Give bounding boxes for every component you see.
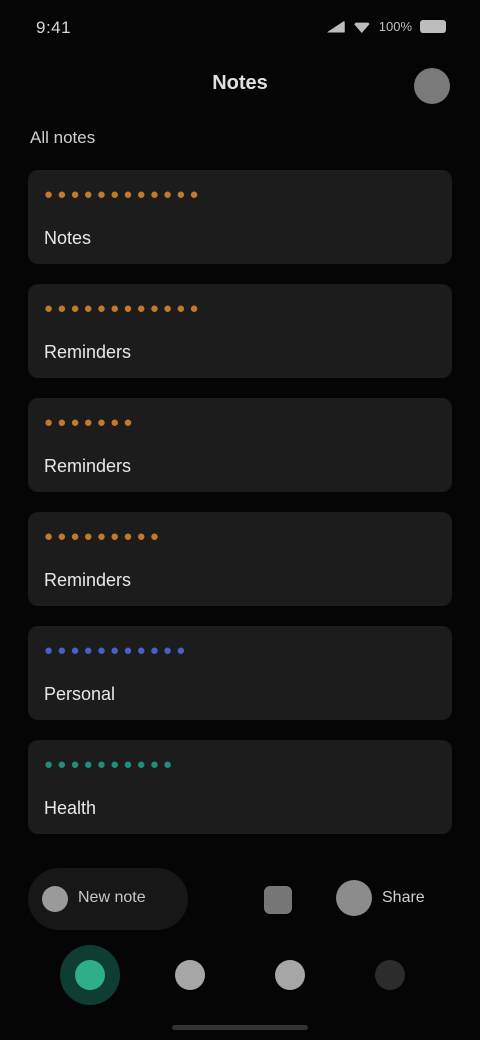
signal-icon	[326, 20, 345, 33]
wifi-icon	[352, 22, 371, 33]
user-icon	[275, 960, 305, 990]
nav-profile[interactable]	[260, 945, 320, 1005]
section-title: All notes	[30, 128, 96, 147]
notes-list: ● ● ● ● ● ● ● ● ● ● ● ● Notes ● ● ● ● ● …	[28, 170, 452, 854]
share-icon	[336, 880, 372, 916]
note-card[interactable]: ● ● ● ● ● ● ● ● ● ● ● ● Reminders	[28, 284, 452, 378]
new-note-label: New note	[78, 889, 146, 906]
top-bar: Notes	[0, 56, 480, 116]
note-card[interactable]: ● ● ● ● ● ● ● ● ● ● ● ● Notes	[28, 170, 452, 264]
page-title: Notes	[212, 72, 268, 94]
note-card-label: ● ● ● ● ● ● ● ● ● ● ● ●	[44, 300, 199, 317]
compass-icon	[175, 960, 205, 990]
note-card-title: Notes	[44, 228, 92, 248]
battery-percent: 100%	[378, 19, 412, 34]
edit-icon[interactable]	[264, 886, 292, 914]
bottom-nav	[0, 935, 480, 1015]
home-indicator	[172, 1025, 308, 1030]
more-icon	[375, 960, 405, 990]
note-card-title: Reminders	[44, 342, 132, 362]
note-card-title: Personal	[44, 684, 116, 704]
note-card-title: Health	[44, 798, 97, 818]
home-icon	[75, 960, 105, 990]
new-note-button[interactable]: New note	[28, 868, 188, 930]
note-card-title: Reminders	[44, 570, 132, 590]
battery-icon	[420, 20, 446, 33]
status-time: 9:41	[36, 18, 72, 37]
note-card[interactable]: ● ● ● ● ● ● ● ● ● ● Health	[28, 740, 452, 834]
note-card-label: ● ● ● ● ● ● ● ● ● ● ●	[44, 642, 186, 659]
share-button[interactable]: Share	[328, 868, 452, 930]
note-card-label: ● ● ● ● ● ● ● ● ●	[44, 528, 159, 545]
note-card-label: ● ● ● ● ● ● ●	[44, 414, 133, 431]
note-card[interactable]: ● ● ● ● ● ● ● ● ● Reminders	[28, 512, 452, 606]
note-card-title: Reminders	[44, 456, 132, 476]
bottom-actions: New note Share	[28, 868, 452, 930]
screen: 9:41 100% Notes All notes ● ● ● ● ● ● ● …	[0, 0, 480, 1040]
nav-home[interactable]	[60, 945, 120, 1005]
share-label: Share	[382, 889, 425, 906]
nav-more[interactable]	[360, 945, 420, 1005]
note-card[interactable]: ● ● ● ● ● ● ● ● ● ● ● Personal	[28, 626, 452, 720]
note-card-label: ● ● ● ● ● ● ● ● ● ●	[44, 756, 173, 773]
nav-explore[interactable]	[160, 945, 220, 1005]
note-card-label: ● ● ● ● ● ● ● ● ● ● ● ●	[44, 186, 199, 203]
status-bar: 9:41 100%	[0, 0, 480, 56]
note-card[interactable]: ● ● ● ● ● ● ● Reminders	[28, 398, 452, 492]
add-icon	[42, 886, 68, 912]
avatar[interactable]	[414, 68, 450, 104]
status-icons: 100%	[326, 19, 446, 34]
